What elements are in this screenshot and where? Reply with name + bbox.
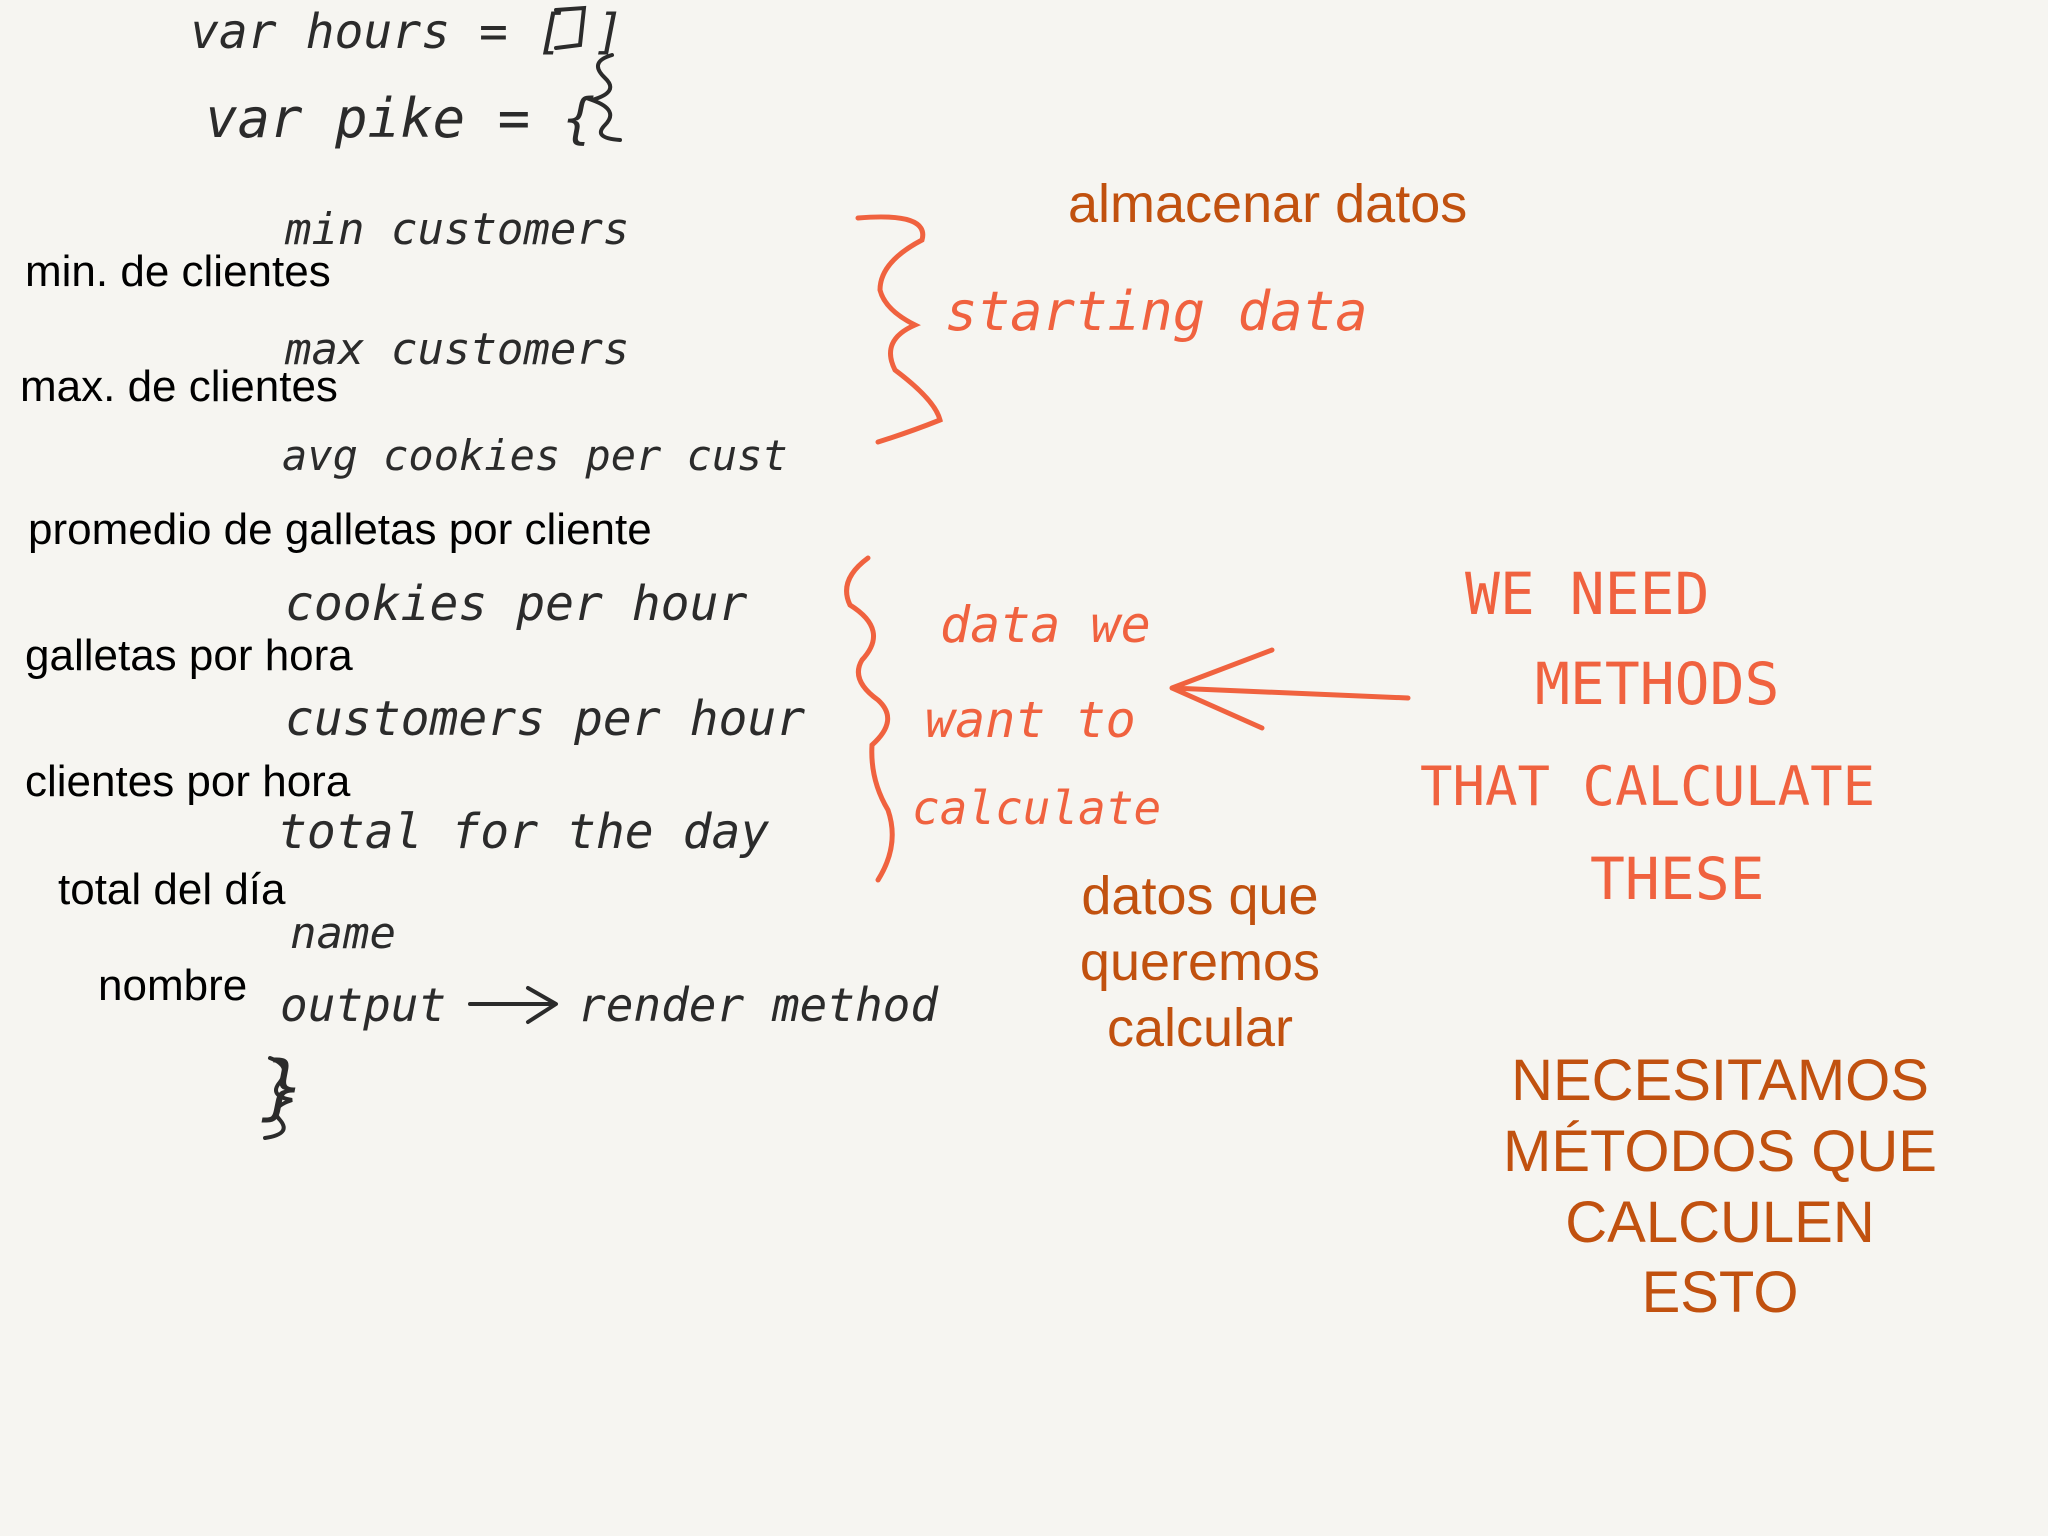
translation-nombre: nombre	[98, 961, 248, 1010]
we-need-arrow-stroke	[1169, 647, 1411, 731]
translation-max-clientes: max. de clientes	[20, 362, 338, 411]
pike-brace-stroke	[585, 53, 622, 142]
translation-min-clientes: min. de clientes	[25, 247, 331, 296]
translation-almacenar-datos: almacenar datos	[1068, 174, 1468, 234]
calculate-brace-stroke	[844, 555, 895, 883]
hours-bracket-stroke	[554, 5, 587, 50]
translation-total-dia: total del día	[58, 865, 286, 914]
translation-necesitamos: NECESITAMOS MÉTODOS QUE CALCULEN ESTO	[1503, 1048, 1937, 1326]
starting-data-brace-stroke	[855, 214, 943, 445]
translation-datos-que: datos que queremos calcular	[1079, 866, 1321, 1058]
output-arrow-stroke	[468, 986, 558, 1024]
translation-promedio: promedio de galletas por cliente	[28, 505, 652, 554]
translation-galletas-hora: galletas por hora	[25, 631, 353, 680]
closing-brace-stroke	[263, 1056, 293, 1140]
translation-clientes-hora: clientes por hora	[25, 757, 351, 806]
